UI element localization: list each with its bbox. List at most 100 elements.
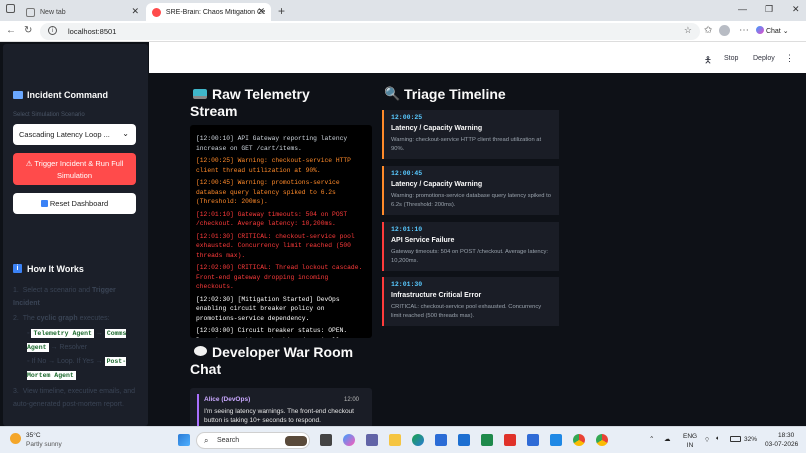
battery-icon[interactable] [730,436,741,442]
search-highlight-icon [285,436,307,446]
new-tab-plus-icon[interactable]: + [278,4,285,18]
how-it-works-title: How It Works [27,264,84,274]
onedrive-icon[interactable]: ☁ [664,435,671,443]
edge-icon[interactable] [412,434,424,446]
copilot-icon [756,26,764,34]
chevron-down-icon: ⌄ [122,129,129,138]
main-menu-icon[interactable]: ⋮ [785,53,794,64]
log-line: [12:00:45] Warning: promotions-service d… [196,179,340,205]
tab-actions-icon[interactable] [6,4,15,13]
chrome-icon[interactable] [596,434,608,446]
close-tab-icon[interactable]: ✕ [131,6,139,17]
weather-temp[interactable]: 35°C [26,432,41,439]
clock-time[interactable]: 18:30 [778,432,794,439]
selected-scenario: Cascading Latency Loop ... [19,130,110,139]
scenario-select[interactable]: Cascading Latency Loop ... ⌄ [13,124,136,145]
file-explorer-icon[interactable] [389,434,401,446]
stop-button[interactable]: Stop [724,55,738,62]
chat-panel[interactable]: Alice (DevOps) 12:00 I'm seeing latency … [190,388,372,426]
tab-title: New tab [40,8,66,16]
copilot-app-icon[interactable] [343,434,355,446]
chevron-down-icon: ⌄ [782,28,789,35]
tab-sre-brain[interactable]: SRE-Brain: Chaos Mitigation Centre ✕ [146,3,271,21]
tab-new-tab[interactable]: New tab ✕ [20,3,145,21]
sidebar-title: Incident Command [27,90,109,100]
volume-icon[interactable]: 🔈︎ [716,435,720,443]
bookmark-star-icon[interactable]: ☆ [684,25,692,36]
log-line: [12:01:30] CRITICAL: checkout-service po… [196,232,355,259]
vscode-icon[interactable] [550,434,562,446]
computer-icon [13,91,23,99]
url-text: localhost:8501 [68,27,117,36]
maximize-icon[interactable]: ❐ [765,4,773,15]
chrome-icon[interactable] [573,434,585,446]
site-info-icon[interactable]: i [48,26,57,35]
profile-avatar[interactable] [719,25,730,36]
timeline-event: 12:00:45 Latency / Capacity Warning Warn… [382,166,559,215]
reload-icon[interactable]: ↻ [24,25,32,36]
browser-toolbar: ← ↻ i localhost:8501 ☆ ✩ ⋯ Chat ⌄ [0,21,806,42]
event-title: Latency / Capacity Warning [391,181,483,188]
deploy-button[interactable]: Deploy [753,55,775,62]
weather-desc[interactable]: Partly sunny [26,441,62,448]
timeline-event: 12:01:10 API Service Failure Gateway tim… [382,222,559,271]
teams-icon[interactable] [366,434,378,446]
acrobat-icon[interactable] [504,434,516,446]
address-bar[interactable]: i localhost:8501 ☆ [40,23,700,40]
reset-icon [40,200,48,207]
event-body: Gateway timeouts: 504 on POST /checkout.… [391,249,549,264]
search-placeholder: Search [217,437,240,444]
event-title: Latency / Capacity Warning [391,125,483,132]
event-time: 12:00:45 [391,170,423,177]
timeline-event: 12:00:25 Latency / Capacity Warning Warn… [382,110,559,159]
taskbar-search[interactable]: ⌕ Search [196,432,310,449]
chat-label: Chat [765,28,781,35]
event-time: 12:01:30 [391,281,423,288]
chat-author: Alice (DevOps) [204,396,251,403]
close-tab-icon[interactable]: ✕ [257,6,265,17]
close-window-icon[interactable]: ✕ [792,4,800,15]
battery-percent[interactable]: 32% [744,436,757,443]
sidebar: Incident Command Select Simulation Scena… [3,44,148,426]
log-line: [12:03:00] Circuit breaker status: OPEN.… [196,327,348,338]
clock-date[interactable]: 03-07-2026 [765,441,798,448]
streamlit-favicon-icon [152,7,161,17]
store-icon[interactable] [435,434,447,446]
app-icon[interactable] [527,434,539,446]
back-arrow-icon[interactable]: ← [6,25,16,36]
event-body: Warning: checkout-service HTTP client th… [391,137,542,152]
wifi-icon[interactable]: ⌔ [704,435,710,444]
trigger-incident-button[interactable]: ⚠ Trigger Incident & Run Full Simulation [13,153,136,185]
warroom-title: Developer War Room Chat [190,344,354,377]
copilot-chat-button[interactable]: Chat ⌄ [756,26,789,35]
how-step-2-flow: ◦ Telemetry Agent → Comms Agent → Resolv… [27,329,127,380]
timeline-title: Triage Timeline [404,86,506,102]
language-indicator[interactable]: ENG IN [683,432,697,450]
magnifier-icon: 🔍 [384,86,401,101]
mail-icon[interactable] [458,434,470,446]
timeline-event: 12:01:30 Infrastructure Critical Error C… [382,277,559,326]
trigger-label: Trigger Incident & Run Full Simulation [34,159,124,180]
favorites-icon[interactable]: ✩ [704,25,712,36]
how-step-2: 2. The cyclic graph executes: [13,315,110,322]
reset-dashboard-button[interactable]: Reset Dashboard [13,193,136,214]
minimize-icon[interactable]: — [738,4,747,14]
event-body: CRITICAL: checkout-service pool exhauste… [391,304,542,319]
app-header: 🯅 Stop Deploy ⋮ [149,42,806,73]
task-view-icon[interactable] [320,434,332,446]
event-body: Warning: promotions-service database que… [391,193,551,208]
chat-text: I'm seeing latency warnings. The front-e… [204,408,354,424]
browser-tab-bar: New tab ✕ SRE-Brain: Chaos Mitigation Ce… [0,0,806,21]
more-menu-icon[interactable]: ⋯ [739,25,749,36]
telemetry-log-panel[interactable]: [12:00:10] API Gateway reporting latency… [190,125,372,338]
log-line: [12:00:25] Warning: checkout-service HTT… [196,157,351,174]
search-icon: ⌕ [204,436,209,445]
running-man-icon: 🯅 [704,55,712,65]
chevron-up-icon[interactable]: ⌃ [649,435,654,443]
windows-start-icon[interactable] [178,434,190,446]
how-step-3: 3. View timeline, executive emails, and … [13,388,136,408]
chat-time: 12:00 [343,397,359,403]
excel-icon[interactable] [481,434,493,446]
streamlit-app: 🯅 Stop Deploy ⋮ Incident Command Select … [0,42,806,426]
event-time: 12:00:25 [391,114,423,121]
